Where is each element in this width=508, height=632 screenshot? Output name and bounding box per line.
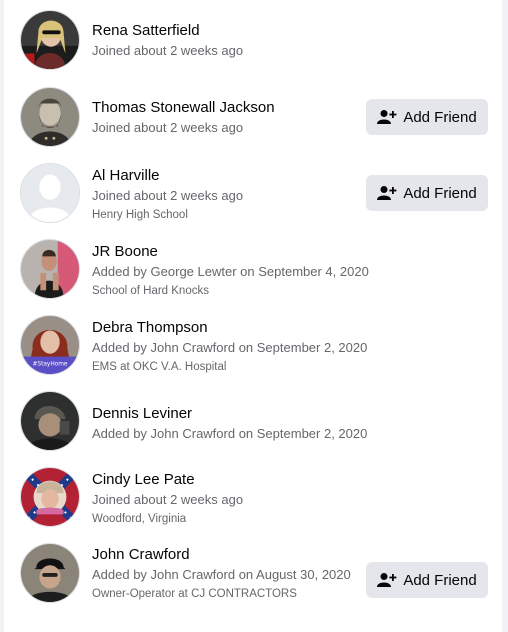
avatar[interactable]: [20, 163, 80, 223]
avatar[interactable]: [20, 87, 80, 147]
avatar[interactable]: [20, 10, 80, 70]
person-plus-icon: [377, 185, 397, 201]
friend-name[interactable]: John Crawford: [92, 545, 354, 564]
add-friend-button[interactable]: Add Friend: [366, 99, 488, 135]
friend-name[interactable]: JR Boone: [92, 242, 372, 261]
friend-detail: EMS at OKC V.A. Hospital: [92, 361, 227, 373]
person-plus-icon: [377, 109, 397, 125]
list-item: Al Harville Joined about 2 weeks ago Hen…: [4, 163, 502, 227]
add-friend-button[interactable]: Add Friend: [366, 175, 488, 211]
friend-meta: Added by George Lewter on September 4, 2…: [92, 264, 369, 279]
friend-meta: Joined about 2 weeks ago: [92, 188, 244, 203]
add-friend-label: Add Friend: [403, 571, 477, 589]
list-item: #StayHome Debra Thompson Added by John C…: [4, 315, 502, 379]
friend-name[interactable]: Dennis Leviner: [92, 404, 372, 423]
list-item: Cindy Lee Pate Joined about 2 weeks ago …: [4, 467, 502, 531]
friend-name[interactable]: Al Harville: [92, 166, 372, 185]
avatar[interactable]: [20, 543, 80, 603]
list-item: Rena Satterfield Joined about 2 weeks ag…: [4, 10, 502, 74]
add-friend-label: Add Friend: [403, 184, 477, 202]
friend-detail: Woodford, Virginia: [92, 513, 187, 525]
list-item: Thomas Stonewall Jackson Joined about 2 …: [4, 87, 502, 151]
add-friend-button[interactable]: Add Friend: [366, 562, 488, 598]
friend-detail: Owner-Operator at CJ CONTRACTORS: [92, 588, 297, 600]
friend-name[interactable]: Thomas Stonewall Jackson: [92, 98, 372, 117]
add-friend-label: Add Friend: [403, 108, 477, 126]
friend-meta: Added by John Crawford on August 30, 202…: [92, 567, 351, 582]
friend-meta: Added by John Crawford on September 2, 2…: [92, 340, 368, 355]
avatar[interactable]: [20, 467, 80, 527]
friend-name[interactable]: Cindy Lee Pate: [92, 470, 372, 489]
friend-meta: Joined about 2 weeks ago: [92, 492, 244, 507]
list-item: JR Boone Added by George Lewter on Septe…: [4, 239, 502, 303]
list-item: John Crawford Added by John Crawford on …: [4, 543, 502, 613]
svg-text:#StayHome: #StayHome: [33, 361, 68, 367]
friend-detail: School of Hard Knocks: [92, 285, 209, 297]
friend-meta: Joined about 2 weeks ago: [92, 43, 244, 58]
avatar[interactable]: [20, 391, 80, 451]
friend-meta: Added by John Crawford on September 2, 2…: [92, 426, 368, 441]
friend-detail: Henry High School: [92, 209, 188, 221]
avatar[interactable]: #StayHome: [20, 315, 80, 375]
friend-meta: Joined about 2 weeks ago: [92, 120, 244, 135]
friends-list-panel: Rena Satterfield Joined about 2 weeks ag…: [4, 0, 502, 632]
person-plus-icon: [377, 572, 397, 588]
friend-name[interactable]: Rena Satterfield: [92, 21, 372, 40]
friend-name[interactable]: Debra Thompson: [92, 318, 372, 337]
list-item: Dennis Leviner Added by John Crawford on…: [4, 391, 502, 455]
avatar[interactable]: [20, 239, 80, 299]
